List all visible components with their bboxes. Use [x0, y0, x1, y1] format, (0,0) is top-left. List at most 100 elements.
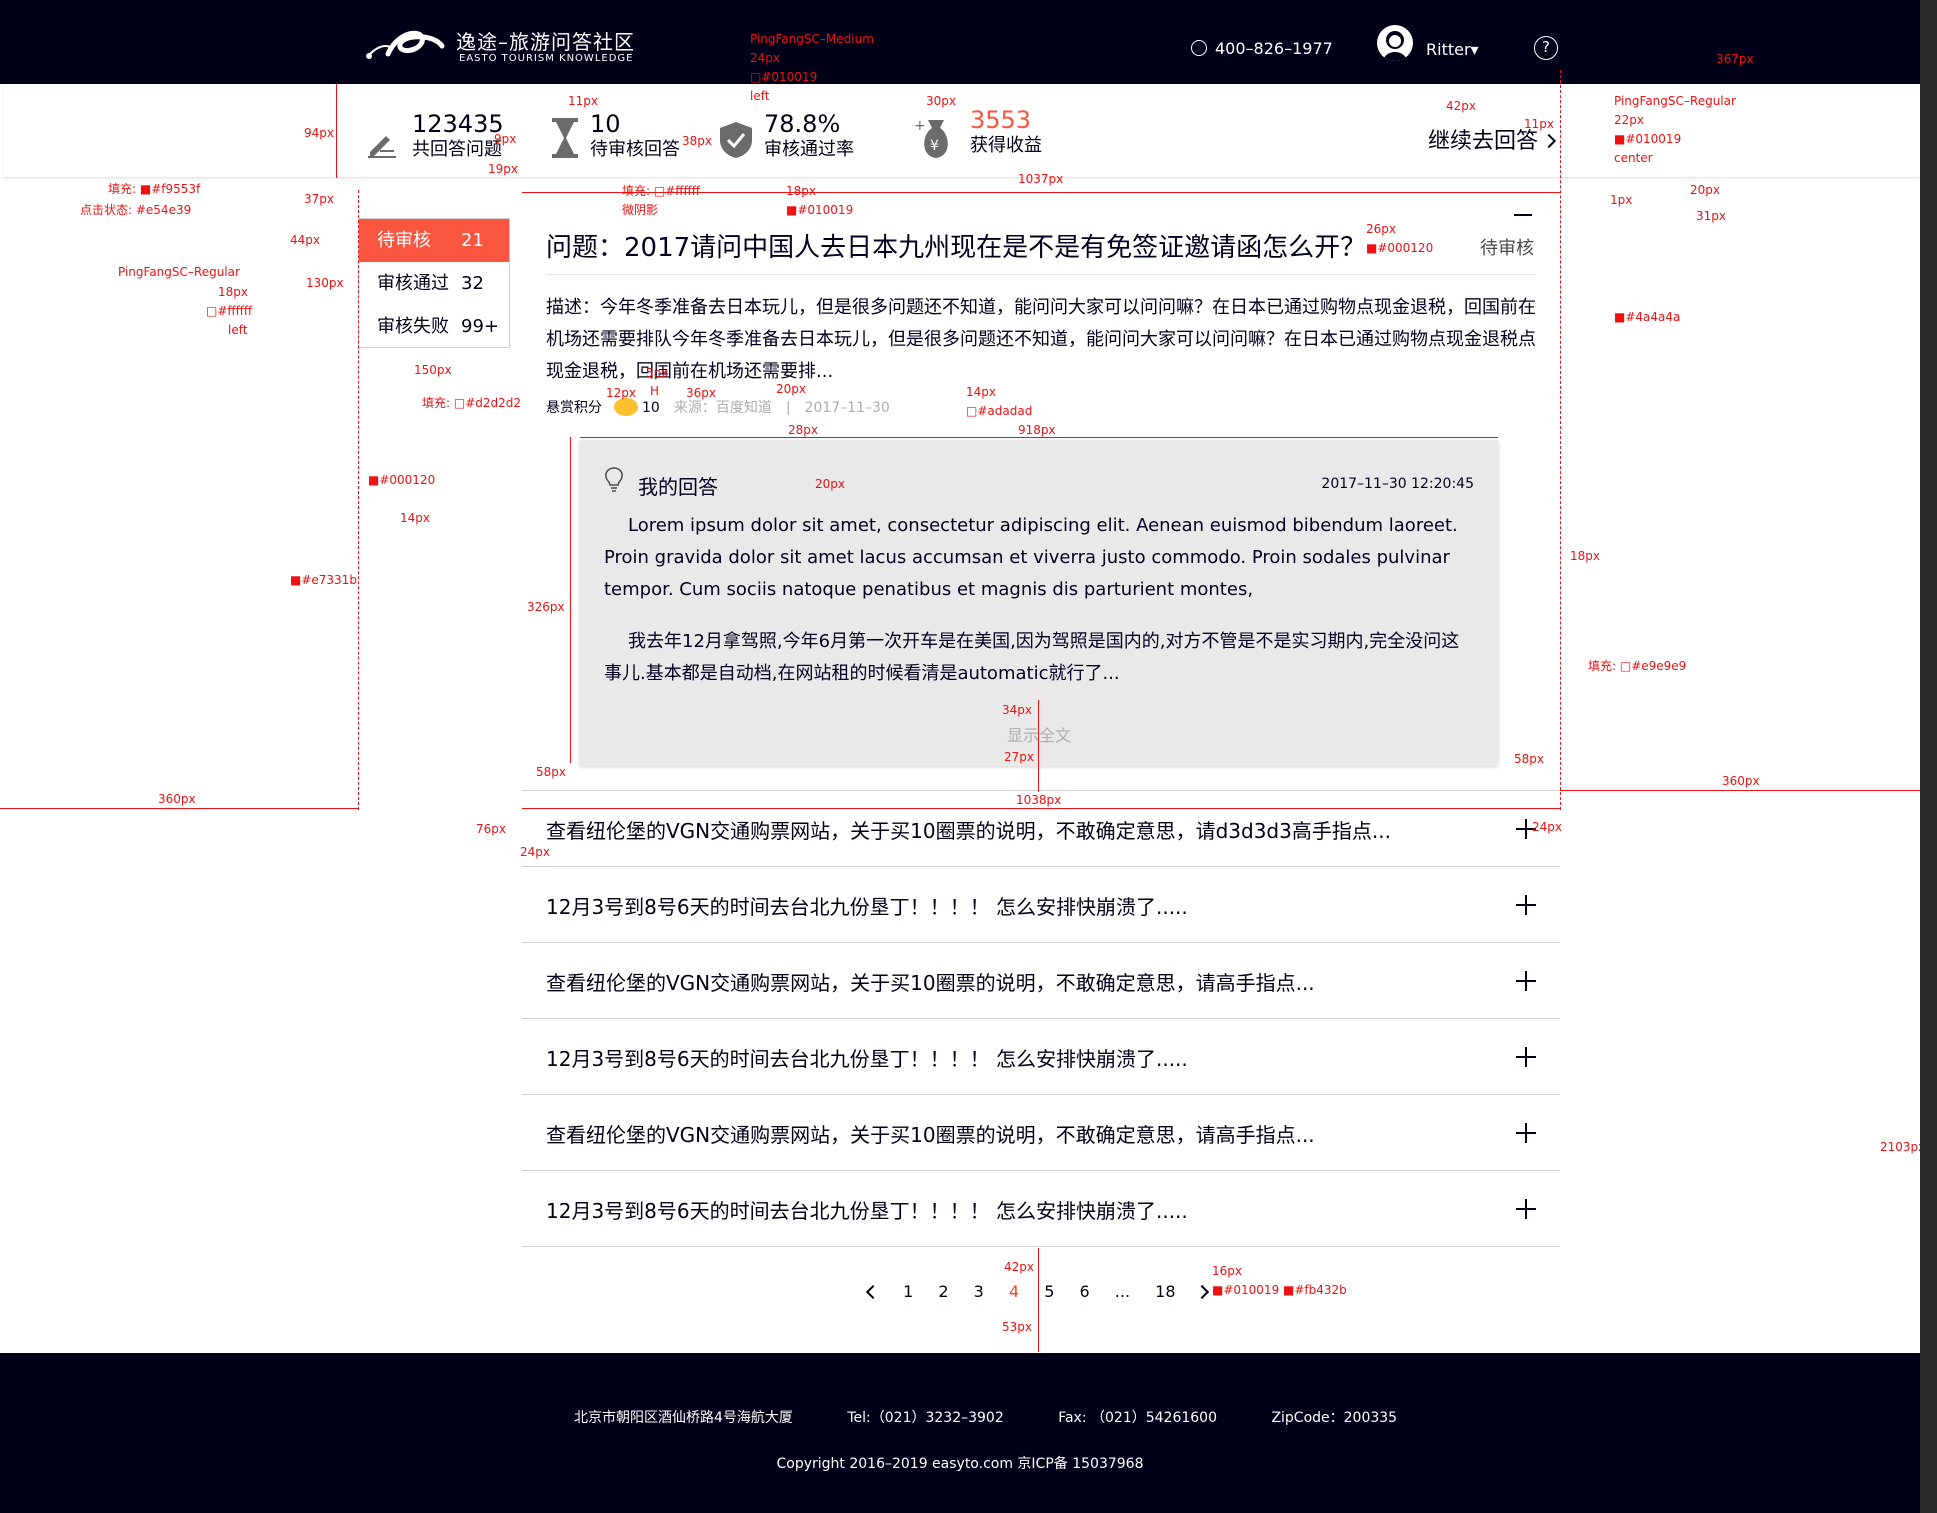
reward-points-label: 悬赏积分 — [546, 400, 602, 416]
user-menu[interactable]: Ritter▾ — [1426, 40, 1479, 59]
expand-icon[interactable] — [1516, 971, 1536, 991]
annotation-label: 918px — [1018, 423, 1056, 437]
page-1[interactable]: 1 — [903, 1282, 913, 1301]
avatar[interactable] — [1377, 25, 1413, 61]
page-2[interactable]: 2 — [938, 1282, 948, 1301]
annotation-label: 37px — [304, 192, 334, 206]
annotation-label: 1037px — [1018, 172, 1064, 186]
annotation-label: 34px — [1002, 703, 1032, 717]
annotation-label: 42px — [1446, 99, 1476, 113]
annotation-label: H — [650, 384, 660, 398]
annotation-label: 28px — [788, 423, 818, 437]
svg-text:+: + — [914, 118, 926, 134]
annotation-label: ■#000120 — [368, 473, 436, 487]
annotation-label: ■#010019 ■#fb432b — [1212, 1283, 1347, 1297]
annotation-label: 微阴影 — [622, 203, 659, 217]
expand-icon[interactable] — [1516, 1123, 1536, 1143]
expand-icon[interactable] — [1516, 1199, 1536, 1219]
answer-paragraph: 我去年12月拿驾照,今年6月第一次开车是在美国,因为驾照是国内的,对方不管是不是… — [604, 631, 1460, 684]
my-answer-card: 我的回答 2017–11–30 12:20:45 Lorem ipsum dol… — [580, 440, 1498, 766]
annotation-label: 9px — [494, 132, 517, 146]
tab-pending-label: 待审核 — [377, 230, 431, 251]
annotation-label: 24px — [1532, 820, 1562, 834]
hotline: 400–826–1977 — [1191, 39, 1333, 58]
page: 逸途–旅游问答社区 EASTO TOURISM KNOWLEDGE 400–82… — [0, 0, 1920, 1513]
annotation-label: 360px — [1722, 774, 1760, 788]
list-item-title: 查看纽伦堡的VGN交通购票网站，关于买10圈票的说明，不敢确定意思，请d3d3d… — [546, 819, 1391, 843]
page-18[interactable]: 18 — [1155, 1282, 1175, 1301]
svg-text:¥: ¥ — [930, 138, 939, 154]
list-item[interactable]: 查看纽伦堡的VGN交通购票网站，关于买10圈票的说明，不敢确定意思，请高手指点.… — [522, 942, 1560, 1018]
annotation-label: 360px — [158, 792, 196, 806]
tab-rejected-label: 审核失败 — [377, 316, 449, 337]
tab-approved-label: 审核通过 — [377, 273, 449, 294]
annotation-label: PingFangSC–Medium — [750, 32, 874, 46]
tab-approved[interactable]: 审核通过 32 — [359, 262, 509, 305]
site-title[interactable]: 逸途–旅游问答社区 — [456, 26, 635, 55]
list-item-title: 12月3号到8号6天的时间去台北九份垦丁！！！！ 怎么安排快崩溃了..... — [546, 1047, 1188, 1071]
annotation-label: 11px — [1524, 117, 1554, 131]
stat-pending-label: 待审核回答 — [590, 139, 680, 160]
chevron-left-icon[interactable] — [865, 1284, 881, 1300]
logo-icon — [366, 30, 445, 59]
annotation-label: 18px — [218, 285, 248, 299]
annotation-label: 16px — [1212, 1264, 1242, 1278]
question-meta: 悬赏积分 10 来源：百度知道 | 2017–11–30 — [546, 397, 890, 417]
tab-pending[interactable]: 待审核 21 — [359, 219, 509, 262]
money-bag-icon: + ¥ — [914, 118, 948, 158]
help-icon[interactable]: ? — [1534, 36, 1558, 60]
annotation-label: 18px — [786, 184, 816, 198]
tab-rejected[interactable]: 审核失败 99+ — [359, 305, 509, 348]
annotation-label: PingFangSC–Regular — [118, 265, 240, 279]
annotation-label: 94px — [304, 126, 334, 140]
annotation-label: 367px — [1716, 52, 1754, 66]
annotation-label: center — [1614, 151, 1653, 165]
list-item[interactable]: 查看纽伦堡的VGN交通购票网站，关于买10圈票的说明，不敢确定意思，请高手指点.… — [522, 1094, 1560, 1170]
question-title[interactable]: 问题：2017请问中国人去日本九州现在是不是有免签证邀请函怎么开？ — [546, 227, 1366, 264]
footer: 北京市朝阳区酒仙桥路4号海航大厦 Tel:（021）3232–3902 Fax:… — [0, 1353, 1920, 1513]
annotation-label: left — [750, 89, 770, 103]
chevron-right-icon — [1541, 133, 1557, 149]
status-badge: 待审核 — [1480, 238, 1534, 259]
annotation-label: 1038px — [1016, 793, 1062, 807]
list-item[interactable]: 12月3号到8号6天的时间去台北九份垦丁！！！！ 怎么安排快崩溃了..... — [522, 1170, 1560, 1246]
annotation-label: □#adadad — [966, 404, 1033, 418]
stat-answered: 123435 共回答问题 — [412, 110, 504, 162]
list-item-title: 查看纽伦堡的VGN交通购票网站，关于买10圈票的说明，不敢确定意思，请高手指点.… — [546, 971, 1315, 995]
annotation-label: ■#4a4a4a — [1614, 310, 1681, 324]
stat-pass-rate-label: 审核通过率 — [764, 139, 854, 160]
tab-rejected-count: 99+ — [461, 316, 499, 337]
annotation-label: 点击状态: #e54e39 — [80, 203, 192, 217]
annotation-label: 14px — [400, 511, 430, 525]
annotation-label: ■#e7331b — [290, 573, 357, 587]
annotation-label: 30px — [926, 94, 956, 108]
page-ellipsis: ... — [1114, 1282, 1131, 1301]
page-3[interactable]: 3 — [974, 1282, 984, 1301]
annotation-label: 14px — [966, 385, 996, 399]
expand-icon[interactable] — [1516, 895, 1536, 915]
scrollbar[interactable] — [1920, 0, 1937, 1513]
footer-zip: ZipCode：200335 — [1271, 1410, 1398, 1426]
annotation-label: ■#010019 — [786, 203, 854, 217]
annotation-label: 填充: □#d2d2d2 — [422, 396, 522, 410]
annotation-label: 填充: □#ffffff — [622, 184, 701, 198]
page-6[interactable]: 6 — [1080, 1282, 1090, 1301]
pagination: 1 2 3 4 5 6 ... 18 — [865, 1282, 1227, 1301]
annotation-label: 76px — [476, 822, 506, 836]
annotation-label: 36px — [686, 386, 716, 400]
page-5[interactable]: 5 — [1044, 1282, 1054, 1301]
list-item-title: 查看纽伦堡的VGN交通购票网站，关于买10圈票的说明，不敢确定意思，请高手指点.… — [546, 1123, 1315, 1147]
shield-check-icon — [720, 122, 752, 158]
site-subtitle: EASTO TOURISM KNOWLEDGE — [459, 53, 634, 64]
stat-earnings: 3553 获得收益 — [970, 106, 1042, 158]
chevron-right-icon[interactable] — [1194, 1284, 1209, 1300]
list-item[interactable]: 12月3号到8号6天的时间去台北九份垦丁！！！！ 怎么安排快崩溃了..... — [522, 1018, 1560, 1094]
annotation-label: 5px — [646, 366, 669, 380]
stat-pass-rate-number: 78.8% — [764, 110, 841, 138]
reward-points: 10 — [642, 400, 660, 416]
expand-icon[interactable] — [1516, 1047, 1536, 1067]
page-4-current[interactable]: 4 — [1009, 1282, 1019, 1301]
list-item[interactable]: 12月3号到8号6天的时间去台北九份垦丁！！！！ 怎么安排快崩溃了..... — [522, 866, 1560, 942]
show-full-text-link[interactable]: 显示全文 — [580, 722, 1498, 746]
collapse-icon[interactable] — [1514, 214, 1532, 216]
